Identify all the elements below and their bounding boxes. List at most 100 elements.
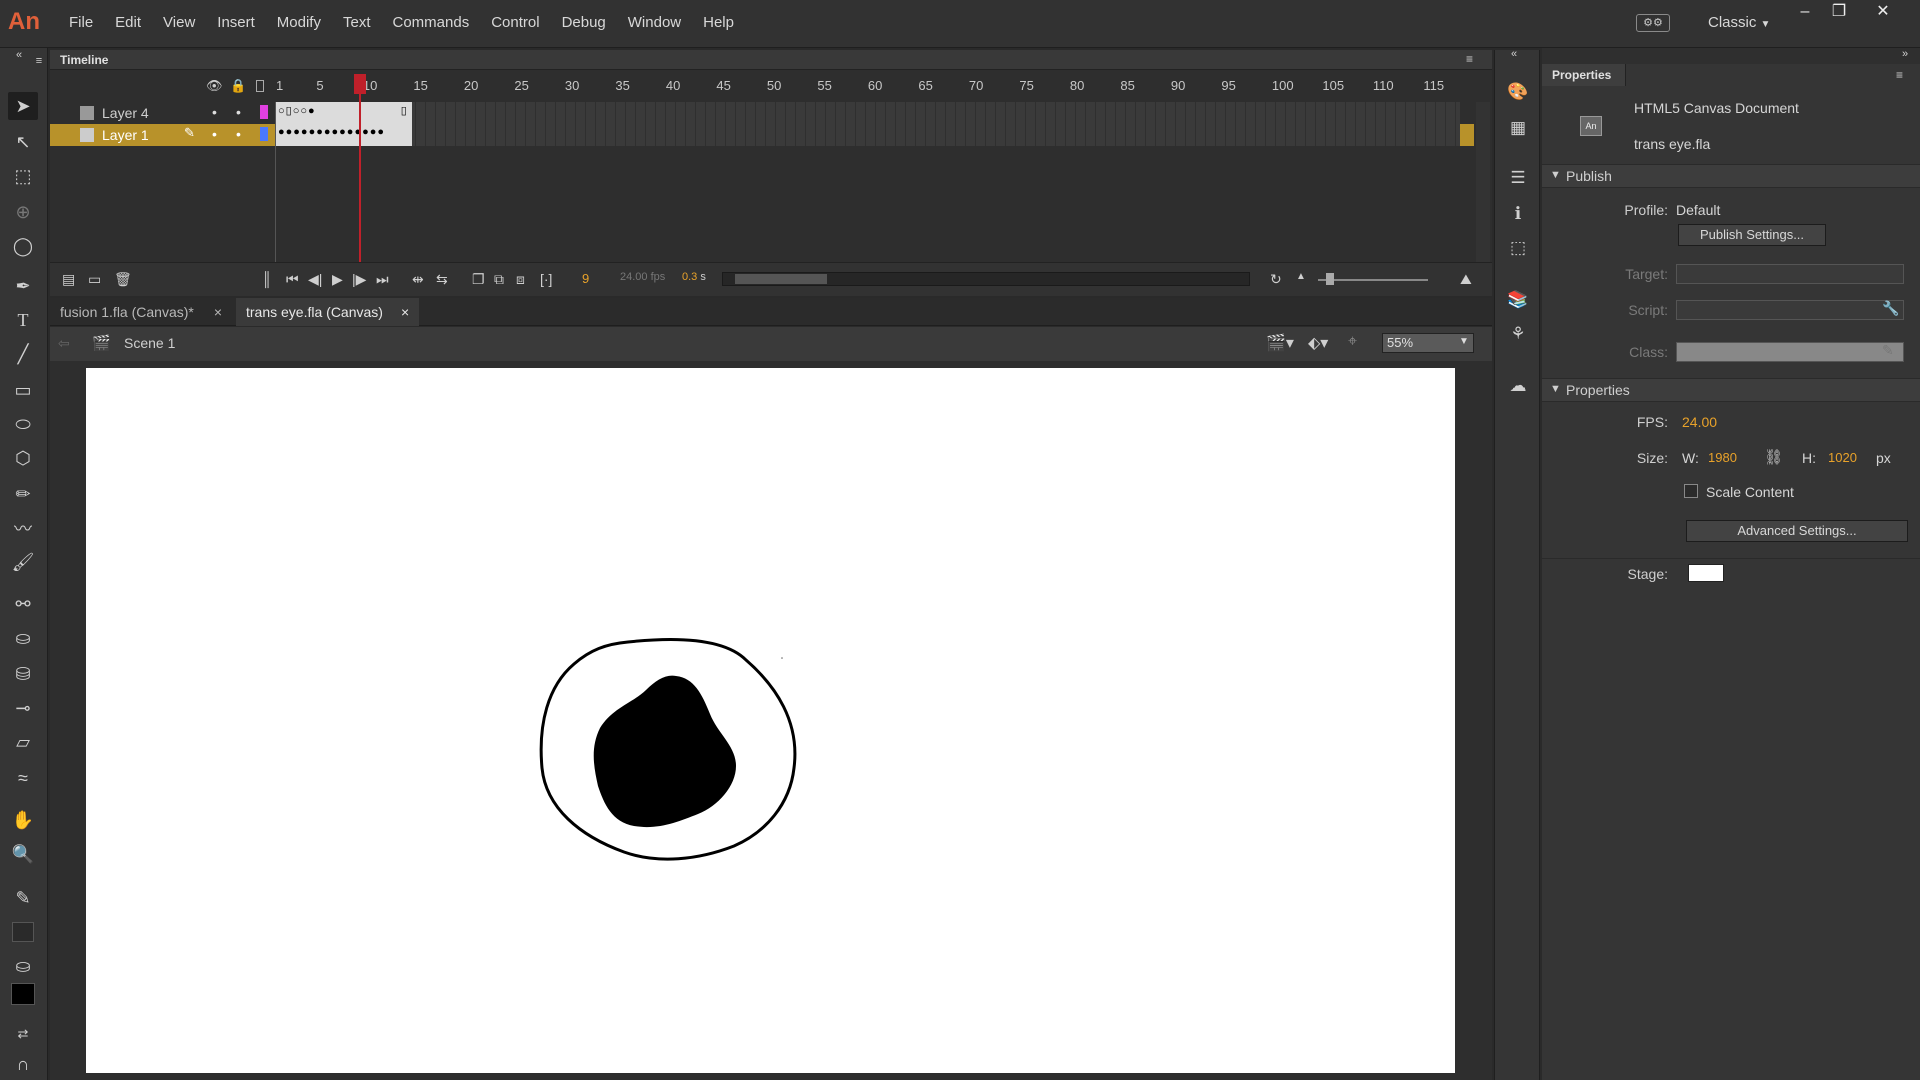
rectangle-tool-icon[interactable]: ▭	[8, 376, 38, 404]
small-mountain-icon[interactable]: ▲	[1296, 271, 1306, 282]
tab-trans-eye[interactable]: trans eye.fla (Canvas) ×	[236, 298, 420, 326]
delete-icon[interactable]: 🗑	[114, 271, 132, 288]
frames-track[interactable]	[276, 124, 1460, 146]
scroll-thumb[interactable]	[735, 274, 827, 284]
width-tool-icon[interactable]: ≈	[8, 764, 38, 792]
properties-tab[interactable]: Properties	[1542, 64, 1626, 86]
onion-outlines-icon[interactable]: ⧉	[494, 271, 504, 288]
cc-libraries-icon[interactable]: ☁	[1507, 376, 1529, 398]
first-frame-icon[interactable]: ⏮	[286, 271, 299, 288]
menu-view[interactable]: View	[152, 14, 206, 31]
eraser-tool-icon[interactable]: ▱	[8, 728, 38, 756]
frames-track[interactable]	[276, 102, 1460, 124]
stroke-swatch[interactable]	[8, 918, 38, 946]
paint-bucket-tool-icon[interactable]: ⛀	[8, 624, 38, 652]
components-icon[interactable]: ⚘	[1507, 324, 1529, 346]
pencil-tool-icon[interactable]: ✏	[8, 480, 38, 508]
play-icon[interactable]: ▶	[332, 271, 343, 288]
zoom-select[interactable]: 55% ▼	[1382, 333, 1474, 353]
text-tool-icon[interactable]: T	[8, 306, 38, 334]
last-frame-icon[interactable]: ⏭	[376, 271, 389, 288]
publish-section-header[interactable]: ▼ Publish	[1542, 164, 1920, 188]
advanced-settings-button[interactable]: Advanced Settings...	[1686, 520, 1908, 542]
zoom-tool-icon[interactable]: 🔍	[8, 840, 38, 868]
panel-menu-icon[interactable]: ≡	[1896, 68, 1903, 82]
menu-help[interactable]: Help	[692, 14, 745, 31]
menu-debug[interactable]: Debug	[551, 14, 617, 31]
stage-canvas[interactable]	[86, 368, 1455, 1073]
restore-button[interactable]: ❐	[1822, 0, 1856, 26]
menu-insert[interactable]: Insert	[206, 14, 266, 31]
fill-color-icon[interactable]: ⛀	[8, 952, 38, 980]
sync-settings-icon[interactable]: ⚙⚙	[1636, 14, 1670, 32]
link-icon[interactable]: ⛓	[1764, 448, 1783, 466]
expand-icon[interactable]: »	[1902, 48, 1908, 60]
edit-symbols-icon[interactable]: ⬖▾	[1308, 333, 1328, 353]
height-value[interactable]: 1020	[1828, 450, 1857, 465]
brush-tool-icon[interactable]: 🖌	[8, 548, 38, 576]
large-mountain-icon[interactable]: ⛰	[1460, 271, 1472, 288]
playhead[interactable]	[354, 74, 366, 94]
current-frame[interactable]: 9	[582, 271, 589, 286]
workspace-switcher[interactable]: Classic ▼	[1708, 14, 1770, 31]
library-icon[interactable]: 📚	[1507, 290, 1529, 312]
elapsed-time[interactable]: 0.3 s	[682, 271, 706, 283]
visible-dot[interactable]: •	[212, 126, 217, 142]
swatches-panel-icon[interactable]: ▦	[1507, 118, 1529, 140]
lasso-tool-icon[interactable]: ◯	[8, 232, 38, 260]
layer-row[interactable]: Layer 4 • • ○▯○○● ▯	[50, 102, 1474, 124]
zoom-slider-handle[interactable]	[1326, 273, 1334, 285]
oval-tool-icon[interactable]: ⬭	[8, 410, 38, 438]
lock-dot[interactable]: •	[236, 126, 241, 142]
outline-icon[interactable]	[256, 80, 264, 92]
fps-value[interactable]: 24.00	[1682, 414, 1717, 430]
minimize-button[interactable]: –	[1788, 0, 1822, 26]
center-frame-icon[interactable]: ⇆	[436, 271, 448, 288]
bone-tool-icon[interactable]: ⚯	[8, 590, 38, 618]
line-tool-icon[interactable]: ╱	[8, 340, 38, 368]
polystar-tool-icon[interactable]: ⬡	[8, 444, 38, 472]
snap-magnet-icon[interactable]: ∩	[8, 1050, 38, 1078]
menu-modify[interactable]: Modify	[266, 14, 332, 31]
menu-file[interactable]: File	[58, 14, 104, 31]
layer-color-swatch[interactable]	[260, 127, 268, 141]
swap-colors-icon[interactable]: ⇄	[8, 1020, 38, 1048]
menu-control[interactable]: Control	[480, 14, 550, 31]
edit-scene-icon[interactable]: 🎬▾	[1266, 333, 1294, 353]
selection-tool-icon[interactable]: ➤	[8, 92, 38, 120]
free-transform-tool-icon[interactable]: ⬚	[8, 162, 38, 190]
collapse-icon[interactable]: «	[1503, 48, 1525, 70]
layer-row-selected[interactable]: Layer 1 ✎ • • ●●●●●●●●●●●●●●	[50, 124, 1474, 146]
hand-tool-icon[interactable]: ✋	[8, 806, 38, 834]
loop-playback-icon[interactable]: ↻	[1270, 271, 1282, 288]
subselection-tool-icon[interactable]: ↖	[8, 128, 38, 156]
stroke-color-icon[interactable]: ✎	[8, 884, 38, 912]
stage-color-swatch[interactable]	[1688, 564, 1724, 582]
close-icon[interactable]: ×	[214, 304, 222, 320]
tab-fusion[interactable]: fusion 1.fla (Canvas)* ×	[50, 298, 232, 326]
ink-bottle-tool-icon[interactable]: ⛁	[8, 660, 38, 688]
fill-swatch[interactable]	[8, 980, 38, 1008]
frame-ruler[interactable]: 1 5 10 15 20 25 30 35 40 45 50 55 60 65 70 75 80 85 90 95 10…	[276, 78, 1476, 96]
3d-rotation-tool-icon[interactable]: ⊕	[8, 198, 38, 226]
panel-menu-icon[interactable]: ≡	[1466, 52, 1473, 66]
frame-rate[interactable]: 24.00 fps	[620, 271, 665, 283]
transform-panel-icon[interactable]: ⬚	[1507, 238, 1529, 260]
layer-color-swatch[interactable]	[260, 105, 268, 119]
visible-dot[interactable]: •	[212, 104, 217, 120]
modify-markers-icon[interactable]: [·]	[540, 271, 552, 287]
properties-section-header[interactable]: ▼ Properties	[1542, 378, 1920, 402]
center-stage-icon[interactable]: ⌖	[1348, 333, 1357, 351]
new-folder-icon[interactable]: ▭	[88, 271, 101, 288]
timeline-scrollbar[interactable]	[1476, 102, 1490, 262]
scale-content-checkbox[interactable]	[1684, 484, 1698, 498]
back-arrow-icon[interactable]: ⇦	[58, 335, 70, 352]
menu-commands[interactable]: Commands	[382, 14, 481, 31]
menu-text[interactable]: Text	[332, 14, 382, 31]
align-panel-icon[interactable]: ☰	[1507, 168, 1529, 190]
menu-window[interactable]: Window	[617, 14, 692, 31]
menu-edit[interactable]: Edit	[104, 14, 152, 31]
publish-settings-button[interactable]: Publish Settings...	[1678, 224, 1826, 246]
pen-tool-icon[interactable]: ✒	[8, 272, 38, 300]
onion-skin-icon[interactable]: ❐	[472, 271, 485, 288]
